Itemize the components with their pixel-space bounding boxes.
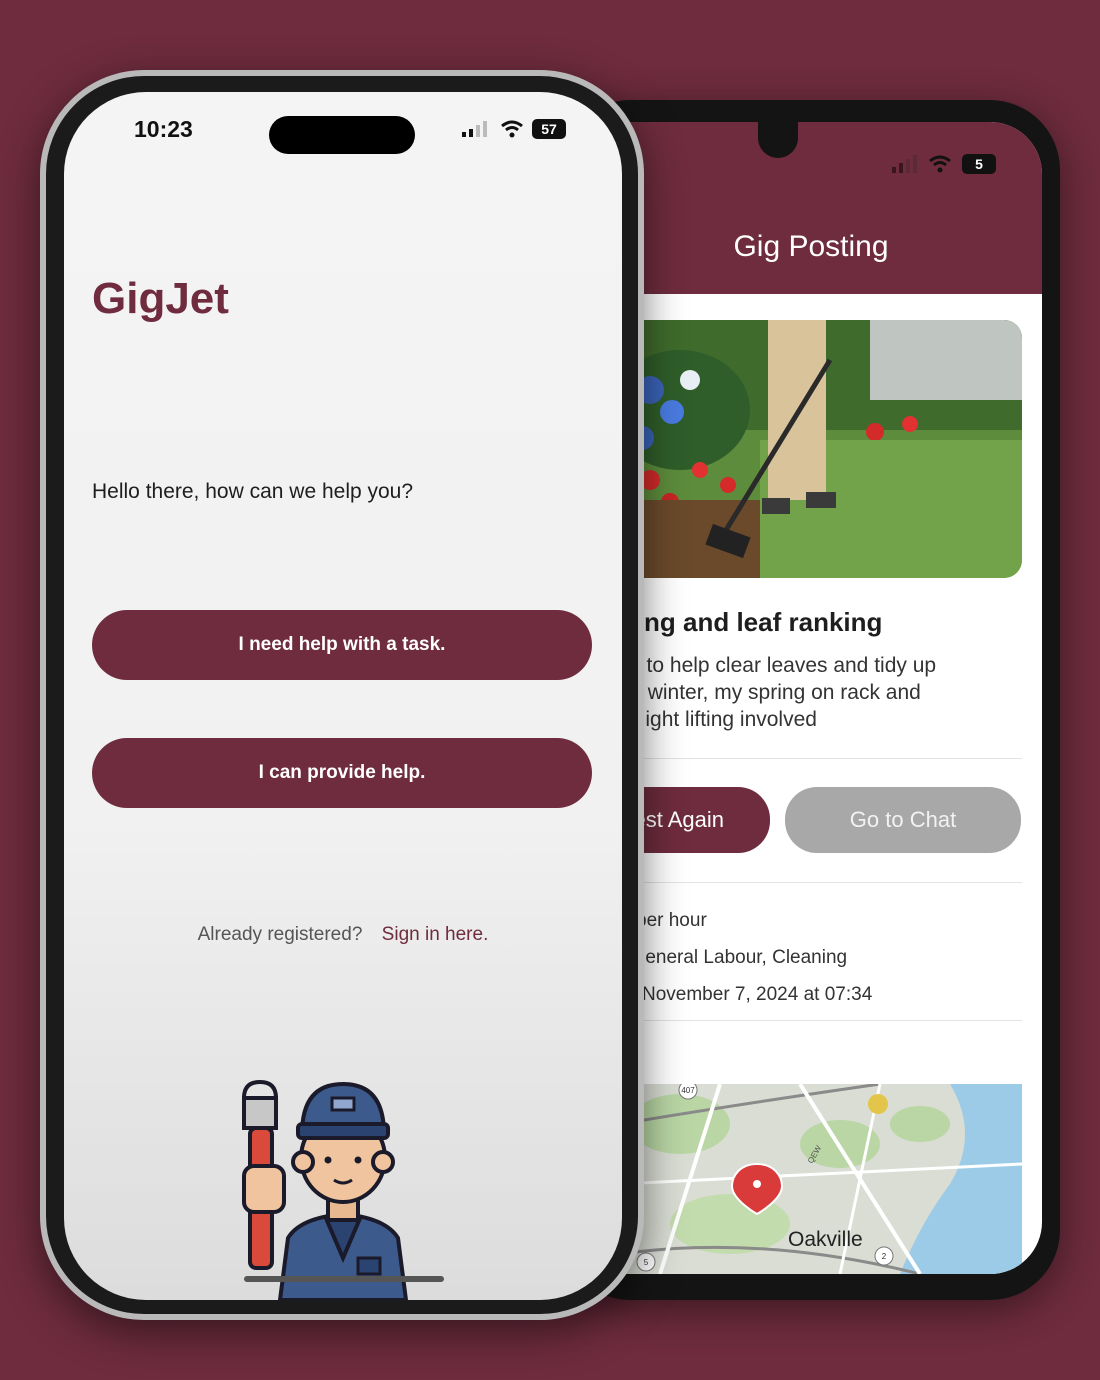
go-to-chat-button[interactable]: Go to Chat <box>785 787 1021 853</box>
wifi-icon <box>929 155 951 173</box>
plumber-illustration <box>242 1079 409 1300</box>
welcome-screen: 10:23 57 GigJet Hello there, how can we … <box>64 92 622 1300</box>
divider <box>594 882 1022 883</box>
description-line: eone to help clear leaves and tidy up <box>594 654 937 677</box>
status-bar: 5 <box>892 152 996 176</box>
provide-help-button[interactable]: I can provide help. <box>92 738 592 808</box>
dynamic-island <box>269 116 415 154</box>
gig-posting-header: 5 Gig Posting <box>580 122 1042 294</box>
already-registered-text: Already registered? <box>197 924 363 945</box>
battery-icon: 5 <box>962 154 996 174</box>
divider <box>594 758 1022 759</box>
gig-description: eone to help clear leaves and tidy up ef… <box>594 652 1014 733</box>
greeting-text: Hello there, how can we help you? <box>92 480 414 503</box>
sign-in-link[interactable]: Sign in here. <box>382 924 489 945</box>
camera-notch <box>758 122 798 158</box>
home-indicator <box>244 1276 444 1282</box>
wifi-icon <box>501 120 523 138</box>
highway-badge: 407 <box>681 1086 695 1095</box>
categories-detail: : General Labour, Cleaning <box>620 947 848 968</box>
app-logo-text: GigJet <box>92 274 229 323</box>
need-help-button[interactable]: I need help with a task. <box>92 610 592 680</box>
page-title: Gig Posting <box>733 230 889 263</box>
status-bar: 57 <box>462 119 566 139</box>
highway-badge: 2 <box>882 1252 887 1261</box>
description-line: efore winter, my spring on rack and <box>594 681 921 704</box>
highway-badge: 5 <box>644 1258 649 1267</box>
description-line: ome light lifting involved <box>594 708 817 731</box>
signal-icon <box>892 155 917 173</box>
location-map[interactable]: 407 5 2 QEW Oakville <box>620 1084 1022 1274</box>
signal-icon <box>462 121 487 137</box>
battery-icon: 57 <box>532 119 566 139</box>
status-time: 10:23 <box>134 116 193 142</box>
signin-prompt: Already registered? Sign in here. <box>64 924 622 946</box>
rate-detail: per hour <box>636 910 707 931</box>
divider <box>594 1020 1022 1021</box>
gig-posting-screen: 5 Gig Posting eaning and leaf ranking eo… <box>580 122 1042 1274</box>
gig-photo <box>620 320 1022 578</box>
posted-date-detail: November 7, 2024 at 07:34 <box>642 984 873 1005</box>
map-city-label: Oakville <box>788 1228 863 1251</box>
